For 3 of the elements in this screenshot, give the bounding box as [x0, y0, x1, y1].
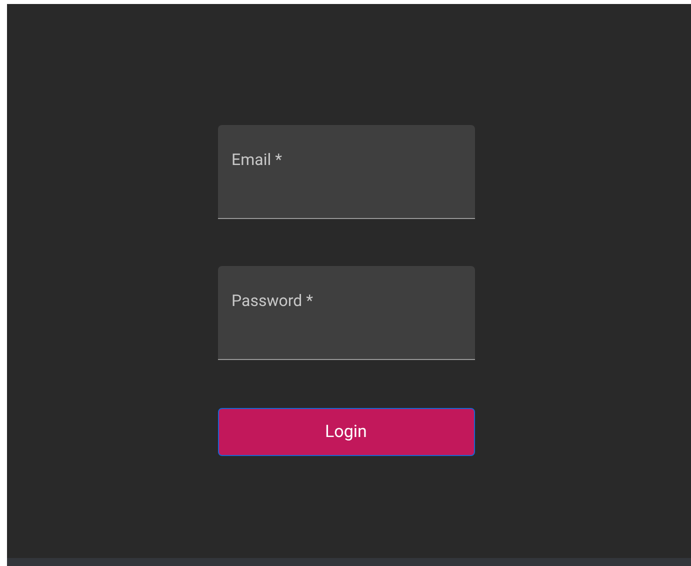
login-button[interactable]: Login: [218, 408, 474, 456]
text-field[interactable]: Email *: [218, 125, 474, 219]
text-field[interactable]: Password *: [218, 266, 474, 360]
